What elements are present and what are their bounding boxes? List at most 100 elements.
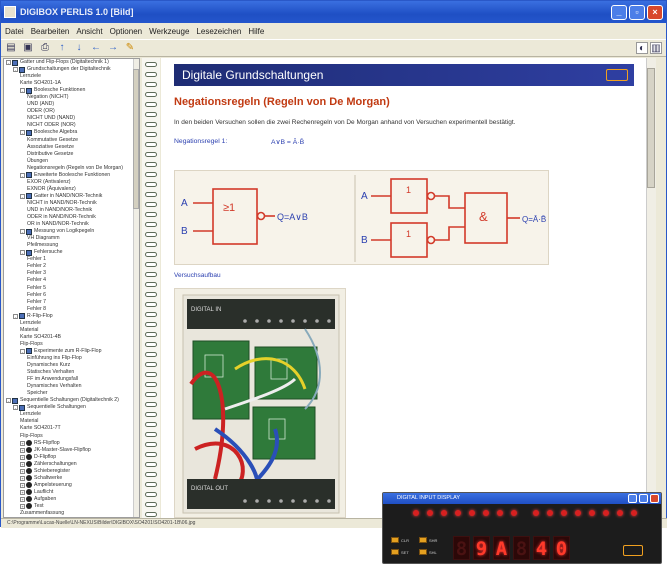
expand-icon[interactable]: + — [20, 447, 25, 453]
tree-item[interactable]: + Test — [4, 503, 139, 510]
tree-item[interactable]: Flip-Flops — [4, 341, 139, 348]
set-button[interactable] — [391, 549, 399, 555]
expand-icon[interactable]: + — [20, 468, 25, 474]
tree-item[interactable]: + RS-Flipflop — [4, 440, 139, 447]
tree-item[interactable]: Pfeilmessung — [4, 242, 139, 249]
expand-icon[interactable]: + — [20, 454, 25, 460]
tree-item[interactable]: Assoziative Gesetze — [4, 144, 139, 151]
tree-item[interactable]: - Boolesche Funktionen — [4, 87, 139, 94]
tree-item[interactable]: EXOR (Antivalenz) — [4, 179, 139, 186]
tree-item[interactable]: - Gatter und Flip-Flops (Digitaltechnik 1… — [4, 59, 139, 66]
tree-item[interactable]: Fehler 4 — [4, 277, 139, 284]
device-minimize-button[interactable] — [628, 494, 637, 503]
globe-icon[interactable]: ◐ — [636, 42, 648, 54]
expand-icon[interactable]: + — [20, 482, 25, 488]
tree-item[interactable]: - R-Flip-Flop — [4, 313, 139, 320]
tool-icon[interactable]: ✎ — [124, 42, 136, 54]
tree-item[interactable]: Negation (NICHT) — [4, 94, 139, 101]
tree-item[interactable]: Fehler 1 — [4, 256, 139, 263]
minimize-button[interactable]: _ — [611, 4, 627, 20]
tree-item[interactable]: Fehler 2 — [4, 263, 139, 270]
arrow-down-icon[interactable]: ↓ — [73, 42, 85, 54]
device-maximize-button[interactable] — [639, 494, 648, 503]
tree-item[interactable]: Speicher — [4, 390, 139, 397]
collapse-icon[interactable]: - — [20, 88, 25, 94]
shr-button[interactable] — [419, 537, 427, 543]
tree-item[interactable]: Dynamisches Kurz — [4, 362, 139, 369]
tree-item[interactable]: Karte SO4201-4B — [4, 334, 139, 341]
collapse-icon[interactable]: - — [20, 348, 25, 354]
expand-icon[interactable]: + — [20, 496, 25, 502]
tree-item[interactable]: Karte SO4201-7T — [4, 425, 139, 432]
tree-item[interactable]: EXNOR (Äquivalenz) — [4, 186, 139, 193]
print-icon[interactable]: ⎙ — [39, 42, 51, 54]
tree-item[interactable]: Material — [4, 327, 139, 334]
tree-item[interactable]: + Ampelsteuerung — [4, 482, 139, 489]
expand-icon[interactable]: + — [20, 461, 25, 467]
tree-item[interactable]: Statisches Verhalten — [4, 369, 139, 376]
arrow-up-icon[interactable]: ↑ — [56, 42, 68, 54]
menu-optionen[interactable]: Optionen — [110, 27, 142, 36]
tree-item[interactable]: NICHT in NAND/NOR-Technik — [4, 200, 139, 207]
navigation-tree[interactable]: - Gatter und Flip-Flops (Digitaltechnik 1… — [3, 58, 140, 518]
tree-item[interactable]: Übungen — [4, 158, 139, 165]
tree-item[interactable]: Fehler 5 — [4, 285, 139, 292]
device-close-button[interactable] — [650, 494, 659, 503]
menu-datei[interactable]: Datei — [5, 27, 24, 36]
tree-item[interactable]: - Experimente zum R-Flip-Flop — [4, 348, 139, 355]
tree-item[interactable]: Dynamisches Verhalten — [4, 383, 139, 390]
tree-item[interactable]: NICHT ODER (NOR) — [4, 122, 139, 129]
menu-werkzeuge[interactable]: Werkzeuge — [149, 27, 189, 36]
menu-hilfe[interactable]: Hilfe — [248, 27, 264, 36]
tree-item[interactable]: UND in NAND/NOR-Technik — [4, 207, 139, 214]
digital-input-display-window[interactable]: DIGITAL INPUT DISPLAY CLR SET SHR SHL 8 … — [382, 492, 662, 564]
tree-scrollbar[interactable] — [133, 59, 139, 517]
collapse-icon[interactable]: - — [6, 398, 11, 404]
tree-item[interactable]: + JK-Master-Slave-Flipflop — [4, 447, 139, 454]
collapse-icon[interactable]: - — [20, 130, 25, 136]
tree-item[interactable]: Zusammenfassung — [4, 510, 139, 517]
tree-item[interactable]: Kommutative Gesetze — [4, 137, 139, 144]
maximize-button[interactable]: ▫ — [629, 4, 645, 20]
menu-lesezeichen[interactable]: Lesezeichen — [196, 27, 241, 36]
tree-item[interactable]: Negationsregeln (Regeln von De Morgan) — [4, 165, 139, 172]
tree-item[interactable]: Flip-Flops — [4, 432, 139, 439]
collapse-icon[interactable]: - — [13, 313, 18, 319]
close-button[interactable]: × — [647, 4, 663, 20]
collapse-icon[interactable]: - — [20, 250, 25, 256]
shl-button[interactable] — [419, 549, 427, 555]
tree-item[interactable]: Einführung ins Flip-Flop — [4, 355, 139, 362]
expand-icon[interactable]: + — [20, 440, 25, 446]
tree-item[interactable]: FF im Anwendungsfall — [4, 376, 139, 383]
tree-item[interactable]: - Sequentielle Schaltungen (Digitaltechni… — [4, 397, 139, 404]
collapse-icon[interactable]: - — [13, 67, 18, 73]
tree-item[interactable]: - Sequentielle Schaltungen — [4, 404, 139, 411]
tree-item[interactable]: ODER in NAND/NOR-Technik — [4, 214, 139, 221]
save-icon[interactable]: ▣ — [22, 42, 34, 54]
expand-icon[interactable]: + — [20, 489, 25, 495]
collapse-icon[interactable]: - — [13, 405, 18, 411]
tree-item[interactable]: Fehler 8 — [4, 306, 139, 313]
tree-item[interactable]: + Schaltwerke — [4, 475, 139, 482]
tree-item[interactable]: + Aufgaben — [4, 496, 139, 503]
collapse-icon[interactable]: - — [20, 172, 25, 178]
tree-scroll-thumb[interactable] — [133, 69, 139, 209]
expand-icon[interactable]: + — [20, 475, 25, 481]
tree-item[interactable]: - Grundschaltungen der Digitaltechnik — [4, 66, 139, 73]
tree-item[interactable]: - Erweiterte Boolesche Funktionen — [4, 172, 139, 179]
tree-item[interactable]: + Zählerschaltungen — [4, 461, 139, 468]
collapse-icon[interactable]: - — [20, 229, 25, 235]
tree-item[interactable]: Distributive Gesetze — [4, 151, 139, 158]
tree-item[interactable]: OR in NAND/NOR-Technik — [4, 221, 139, 228]
menu-ansicht[interactable]: Ansicht — [76, 27, 102, 36]
tree-item[interactable]: + Schieberegister — [4, 468, 139, 475]
tree-item[interactable]: + D-Flipflop — [4, 454, 139, 461]
tree-item[interactable]: - Gatter in NAND/NOR-Technik — [4, 193, 139, 200]
page-scrollbar[interactable] — [646, 58, 656, 518]
collapse-icon[interactable]: - — [6, 60, 11, 66]
forward-icon[interactable]: → — [107, 42, 119, 54]
tree-item[interactable]: Karte SO4201-1A — [4, 80, 139, 87]
clr-button[interactable] — [391, 537, 399, 543]
tree-item[interactable]: Fehler 3 — [4, 270, 139, 277]
page-scroll-thumb[interactable] — [647, 68, 655, 188]
